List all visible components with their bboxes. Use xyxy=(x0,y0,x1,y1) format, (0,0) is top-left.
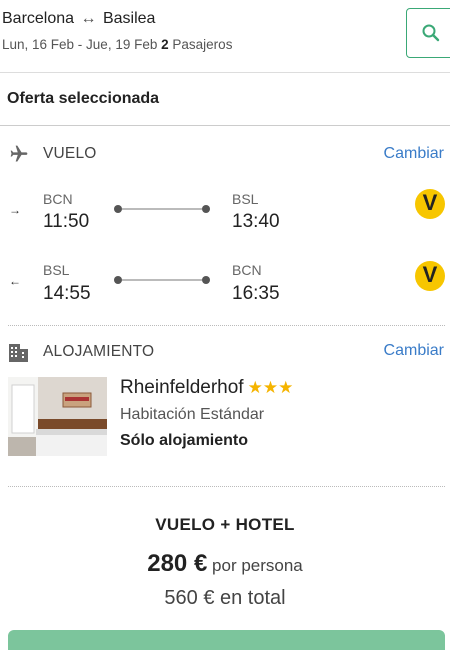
origin-city: Barcelona xyxy=(2,10,75,27)
search-summary-header: Barcelona ↔ Basilea Lun, 16 Feb - Jue, 1… xyxy=(0,0,450,73)
route-end-dot xyxy=(202,276,210,284)
destination-city: Basilea xyxy=(102,10,156,27)
offer-title: Oferta seleccionada xyxy=(7,90,160,107)
return-direction-icon: ← xyxy=(9,274,21,288)
return-arrival-time: 16:35 xyxy=(232,283,280,304)
hotel-name[interactable]: Rheinfelderhof ★★★ xyxy=(120,377,293,399)
price-per-label: por persona xyxy=(212,556,303,575)
outbound-departure-time: 11:50 xyxy=(43,211,90,232)
route-start-dot xyxy=(114,276,122,284)
building-icon xyxy=(9,344,28,362)
change-accommodation-link[interactable]: Cambiar xyxy=(384,342,444,360)
flight-section-label: VUELO xyxy=(43,145,97,162)
continue-button[interactable] xyxy=(8,630,445,650)
passenger-label: Pasajeros xyxy=(172,37,233,52)
hotel-photo[interactable] xyxy=(8,377,107,456)
price-per-person: 280 € por persona xyxy=(0,550,450,578)
route-summary: Barcelona ↔ Basilea xyxy=(2,10,155,28)
airline-logo-icon: V xyxy=(415,261,445,291)
return-destination-code: BCN xyxy=(232,262,262,278)
outbound-origin-code: BCN xyxy=(43,191,73,207)
route-line xyxy=(122,279,202,281)
passenger-count: 2 xyxy=(161,37,169,52)
search-icon xyxy=(422,24,440,42)
dotted-divider xyxy=(8,325,445,326)
change-flight-link[interactable]: Cambiar xyxy=(384,145,444,163)
route-line xyxy=(122,208,202,210)
return-departure-time: 14:55 xyxy=(43,283,91,304)
route-start-dot xyxy=(114,205,122,213)
star-rating: ★★★ xyxy=(247,378,294,397)
outbound-arrival-time: 13:40 xyxy=(232,211,280,232)
route-end-dot xyxy=(202,205,210,213)
date-range: Lun, 16 Feb - Jue, 19 Feb xyxy=(2,37,158,52)
package-title: VUELO + HOTEL xyxy=(155,515,295,534)
airline-logo-icon: V xyxy=(415,189,445,219)
divider xyxy=(0,125,450,126)
return-origin-code: BSL xyxy=(43,262,70,278)
outbound-direction-icon: → xyxy=(9,203,21,217)
search-button[interactable] xyxy=(406,8,450,58)
price-amount: 280 € xyxy=(147,550,208,577)
outbound-destination-code: BSL xyxy=(232,191,259,207)
plane-icon xyxy=(10,145,28,162)
price-total: 560 € en total xyxy=(164,587,286,609)
round-trip-arrow-icon: ↔ xyxy=(80,10,97,27)
dotted-divider xyxy=(8,486,445,487)
trip-dates: Lun, 16 Feb - Jue, 19 Feb 2 Pasajeros xyxy=(2,37,232,52)
board-type: Sólo alojamiento xyxy=(120,432,249,449)
room-type: Habitación Estándar xyxy=(120,406,265,423)
accommodation-section-label: ALOJAMIENTO xyxy=(43,343,155,360)
